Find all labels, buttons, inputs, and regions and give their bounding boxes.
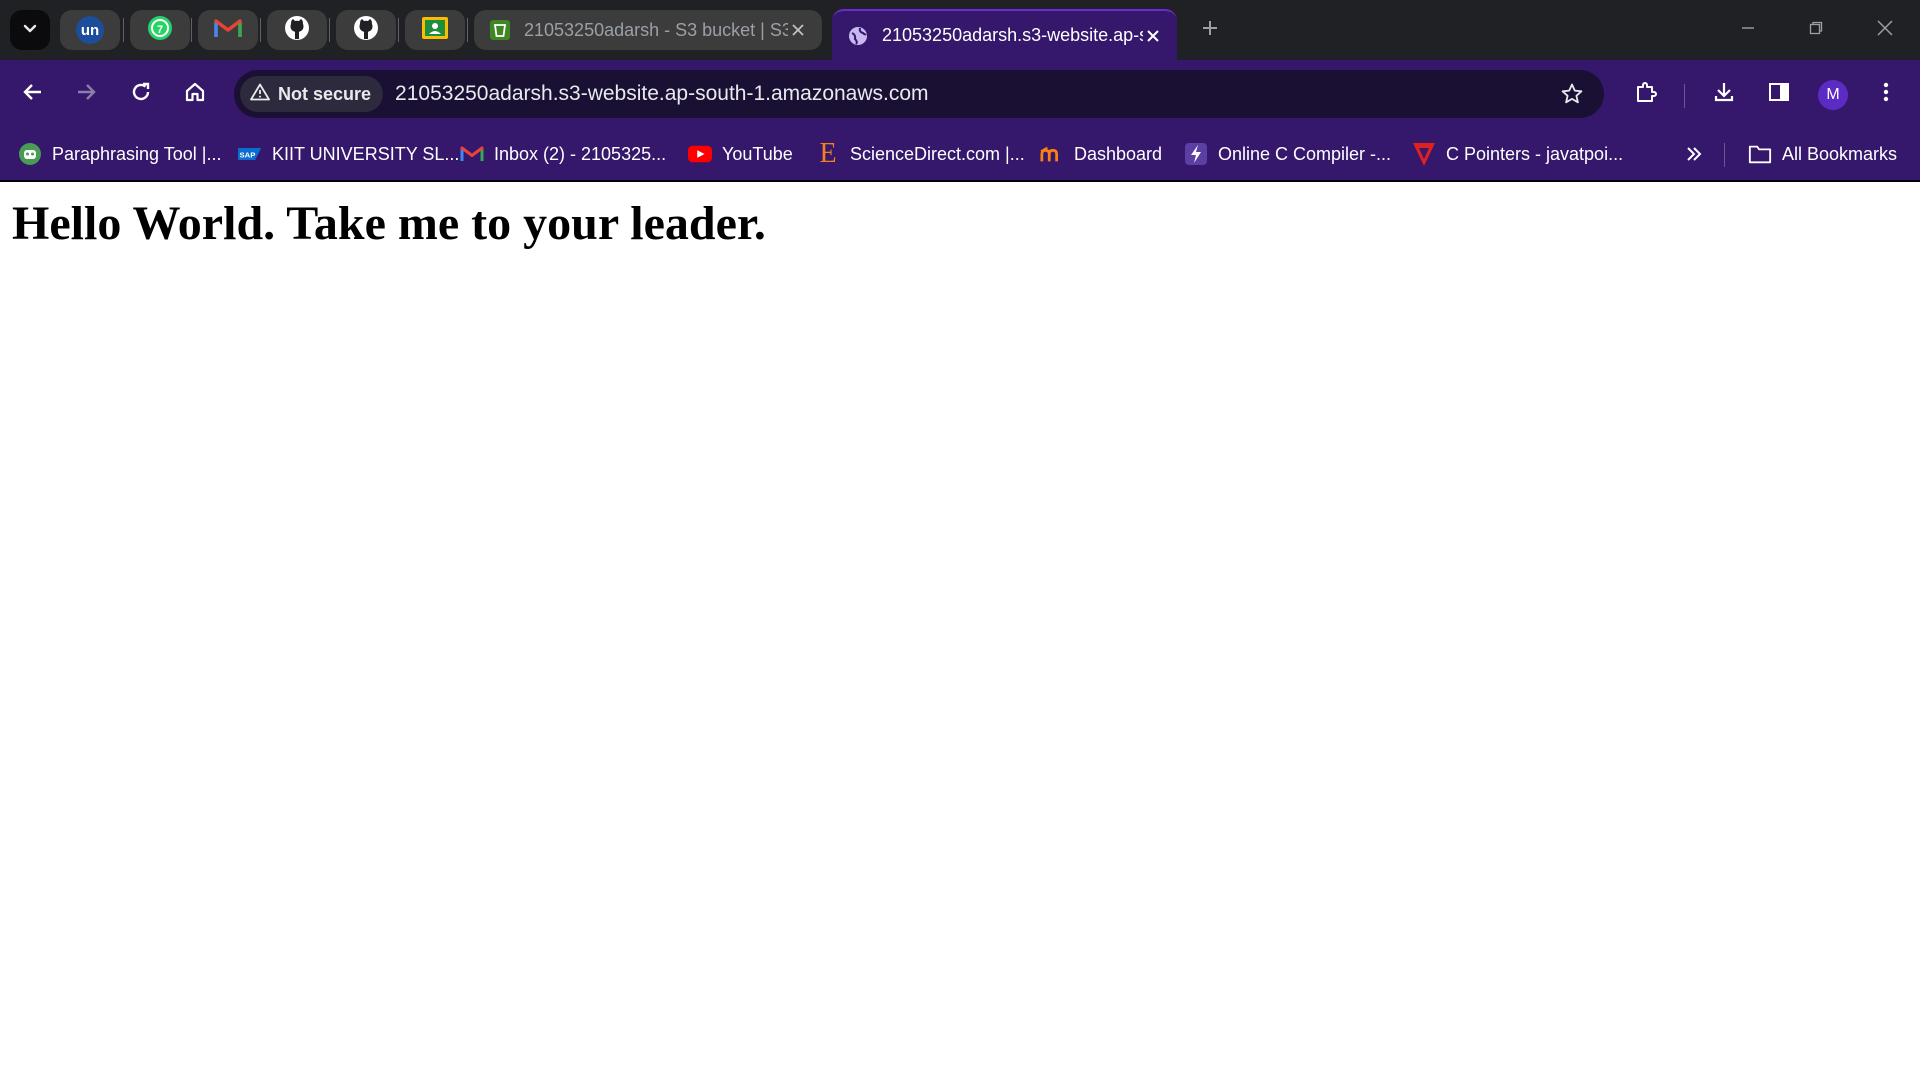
github-icon	[352, 14, 380, 47]
tab-strip: un 7 21053250adarsh - S3 bucket | S3 210…	[0, 0, 1920, 60]
security-chip[interactable]: Not secure	[240, 76, 384, 112]
moodle-icon	[1040, 142, 1064, 166]
whatsapp-icon: 7	[146, 14, 174, 47]
bookmarks-bar: Paraphrasing Tool |... SAP KIIT UNIVERSI…	[0, 128, 1920, 182]
quillbot-icon	[18, 142, 42, 166]
new-tab-button[interactable]	[1190, 10, 1230, 50]
back-button[interactable]	[13, 74, 53, 114]
plus-icon	[1200, 18, 1220, 43]
tab-s3-website-active[interactable]: 21053250adarsh.s3-website.ap-south-1.ama…	[832, 9, 1177, 60]
bookmark-label: ScienceDirect.com |...	[850, 143, 1025, 164]
double-chevron-right-icon	[1682, 142, 1706, 166]
gmail-icon	[214, 17, 242, 44]
home-button[interactable]	[175, 74, 215, 114]
tab-title: 21053250adarsh.s3-website.ap-south-1.ama…	[882, 25, 1143, 45]
page-heading: Hello World. Take me to your leader.	[12, 197, 766, 250]
bookmark-label: KIIT UNIVERSITY SL...	[272, 143, 460, 164]
bookmark-dashboard[interactable]: Dashboard	[1032, 136, 1170, 172]
page-content: Hello World. Take me to your leader.	[0, 182, 1920, 1080]
all-bookmarks-button[interactable]: All Bookmarks	[1740, 136, 1905, 172]
sap-icon: SAP	[238, 142, 262, 166]
close-icon[interactable]	[788, 20, 808, 40]
side-panel-icon	[1768, 81, 1790, 108]
downloads-button[interactable]	[1704, 74, 1744, 114]
pinned-tab-github[interactable]	[267, 10, 327, 50]
extensions-button[interactable]	[1626, 74, 1666, 114]
more-vertical-icon	[1882, 81, 1890, 108]
tab-separator	[191, 18, 192, 42]
folder-icon	[1748, 142, 1772, 166]
restore-icon	[1808, 20, 1824, 41]
youtube-icon	[688, 142, 712, 166]
pinned-tab-github-2[interactable]	[336, 10, 396, 50]
download-icon	[1712, 80, 1736, 109]
close-icon	[1876, 19, 1894, 42]
reload-button[interactable]	[121, 74, 161, 114]
pinned-tab-classroom[interactable]	[405, 10, 465, 50]
security-label: Not secure	[278, 83, 372, 104]
menu-button[interactable]	[1866, 74, 1906, 114]
bookmarks-overflow-button[interactable]	[1674, 136, 1714, 172]
tab-separator	[260, 18, 261, 42]
bookmark-kiit-sap[interactable]: SAP KIIT UNIVERSITY SL...	[230, 136, 467, 172]
tab-separator	[123, 18, 124, 42]
toolbar-separator	[1684, 84, 1685, 108]
bookmark-paraphrasing-tool[interactable]: Paraphrasing Tool |...	[10, 136, 229, 172]
puzzle-icon	[1634, 80, 1658, 109]
bookmark-online-c-compiler[interactable]: Online C Compiler -...	[1176, 136, 1399, 172]
unstop-icon: un	[76, 16, 104, 44]
address-bar[interactable]: Not secure 21053250adarsh.s3-website.ap-…	[234, 70, 1604, 118]
close-icon[interactable]	[1143, 26, 1163, 46]
bookmark-label: Inbox (2) - 2105325...	[494, 143, 667, 164]
bookmark-label: Online C Compiler -...	[1218, 143, 1392, 164]
bookmarks-separator	[1724, 143, 1725, 167]
tab-separator	[467, 18, 468, 42]
bookmark-star-icon[interactable]	[1560, 82, 1584, 111]
chevron-down-icon	[21, 19, 39, 42]
all-bookmarks-label: All Bookmarks	[1782, 143, 1898, 164]
bookmark-sciencedirect[interactable]: E ScienceDirect.com |...	[808, 136, 1033, 172]
bookmark-label: C Pointers - javatpoi...	[1446, 143, 1624, 164]
pinned-tab-gmail[interactable]	[198, 10, 258, 50]
home-icon	[184, 81, 206, 108]
restore-button[interactable]	[1793, 10, 1839, 50]
javatpoint-icon	[1412, 142, 1436, 166]
svg-text:SAP: SAP	[240, 150, 256, 159]
tab-separator	[398, 18, 399, 42]
elsevier-icon: E	[819, 138, 837, 169]
minimize-icon	[1740, 20, 1756, 41]
bookmark-c-pointers[interactable]: C Pointers - javatpoi...	[1404, 136, 1631, 172]
compiler-icon	[1184, 142, 1208, 166]
arrow-right-icon	[75, 81, 97, 108]
reload-icon	[130, 81, 152, 108]
tab-search-button[interactable]	[10, 10, 50, 50]
bookmark-youtube[interactable]: YouTube	[680, 136, 801, 172]
arrow-left-icon	[22, 81, 44, 108]
url-text[interactable]: 21053250adarsh.s3-website.ap-south-1.ama…	[395, 82, 928, 106]
bookmark-label: Dashboard	[1074, 143, 1163, 164]
warning-icon	[250, 83, 270, 106]
bookmark-label: YouTube	[722, 143, 793, 164]
close-window-button[interactable]	[1862, 10, 1908, 50]
bookmark-label: Paraphrasing Tool |...	[52, 143, 222, 164]
tab-s3-bucket[interactable]: 21053250adarsh - S3 bucket | S3	[474, 10, 822, 50]
side-panel-button[interactable]	[1759, 74, 1799, 114]
pinned-tab-whatsapp[interactable]: 7	[130, 10, 190, 50]
s3-bucket-icon	[488, 18, 512, 42]
tab-separator	[329, 18, 330, 42]
svg-text:7: 7	[157, 24, 163, 36]
google-classroom-icon	[421, 16, 449, 45]
browser-toolbar: Not secure 21053250adarsh.s3-website.ap-…	[0, 60, 1920, 128]
gmail-icon	[460, 142, 484, 166]
minimize-button[interactable]	[1725, 10, 1771, 50]
pinned-tab-unstop[interactable]: un	[60, 10, 120, 50]
github-icon	[283, 14, 311, 47]
profile-avatar[interactable]: M	[1818, 80, 1848, 110]
tab-title: 21053250adarsh - S3 bucket | S3	[524, 19, 788, 40]
forward-button[interactable]	[66, 74, 106, 114]
bookmark-inbox[interactable]: Inbox (2) - 2105325...	[452, 136, 674, 172]
globe-icon	[846, 24, 870, 48]
